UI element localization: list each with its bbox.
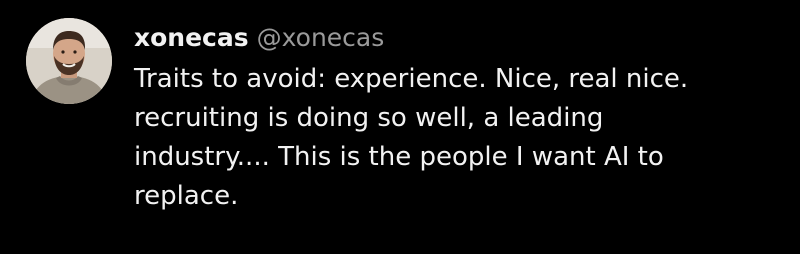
post-header: xonecas @xonecas [134,20,384,56]
post: xonecas @xonecas Traits to avoid: experie… [0,0,800,254]
author-display-name[interactable]: xonecas [134,23,249,52]
avatar[interactable] [26,18,112,104]
author-handle[interactable]: @xonecas [257,23,385,52]
post-text-line: replace. [134,181,239,211]
post-text-line: recruiting is doing so well, a leading [134,103,604,133]
post-text: Traits to avoid: experience. Nice, real … [134,60,794,216]
post-text-line: Traits to avoid: experience. Nice, real … [134,64,689,94]
post-text-line: industry.... This is the people I want A… [134,142,664,172]
user-avatar-photo-icon [26,18,112,104]
